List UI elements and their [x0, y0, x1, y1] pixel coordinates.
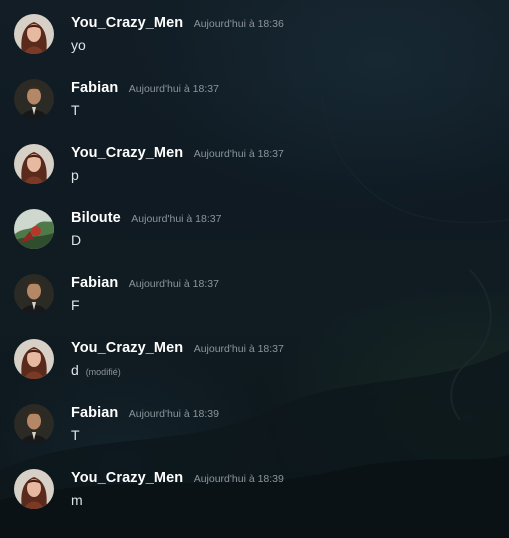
woman-portrait-avatar[interactable] [14, 14, 54, 54]
message-author[interactable]: Fabian [71, 275, 118, 291]
man-portrait-avatar[interactable] [14, 274, 54, 314]
message-text: D [71, 232, 82, 248]
message-text: F [71, 297, 80, 313]
chat-message: You_Crazy_Men Aujourd'hui à 18:37 p [0, 130, 509, 190]
message-timestamp: Aujourd'hui à 18:37 [193, 148, 284, 160]
message-timestamp: Aujourd'hui à 18:37 [131, 213, 222, 225]
woman-portrait-avatar[interactable] [14, 469, 54, 509]
chat-message: You_Crazy_Men Aujourd'hui à 18:36 yo [0, 0, 509, 60]
message-author[interactable]: Fabian [71, 80, 118, 96]
chat-message: You_Crazy_Men Aujourd'hui à 18:37 d (mod… [0, 325, 509, 385]
message-timestamp: Aujourd'hui à 18:39 [128, 408, 219, 420]
message-author[interactable]: Biloute [71, 210, 121, 226]
message-text: d [71, 362, 79, 378]
chat-message: Fabian Aujourd'hui à 18:37 F [0, 260, 509, 320]
message-text: m [71, 492, 83, 508]
message-text: T [71, 427, 80, 443]
man-portrait-avatar[interactable] [14, 404, 54, 444]
message-text: p [71, 167, 79, 183]
message-text: T [71, 102, 80, 118]
message-text: yo [71, 37, 86, 53]
message-timestamp: Aujourd'hui à 18:39 [193, 473, 284, 485]
message-timestamp: Aujourd'hui à 18:36 [193, 18, 284, 30]
message-timestamp: Aujourd'hui à 18:37 [193, 343, 284, 355]
message-author[interactable]: You_Crazy_Men [71, 470, 183, 486]
message-timestamp: Aujourd'hui à 18:37 [128, 278, 219, 290]
message-author[interactable]: You_Crazy_Men [71, 15, 183, 31]
man-portrait-avatar[interactable] [14, 79, 54, 119]
chat-message: You_Crazy_Men Aujourd'hui à 18:39 m [0, 455, 509, 515]
landscape-avatar[interactable] [14, 209, 54, 249]
chat-message: Fabian Aujourd'hui à 18:37 T [0, 65, 509, 125]
chat-message: Biloute Aujourd'hui à 18:37 D [0, 195, 509, 255]
message-author[interactable]: You_Crazy_Men [71, 340, 183, 356]
message-timestamp: Aujourd'hui à 18:37 [128, 83, 219, 95]
message-author[interactable]: Fabian [71, 405, 118, 421]
woman-portrait-avatar[interactable] [14, 339, 54, 379]
edited-indicator: (modifié) [85, 367, 121, 377]
woman-portrait-avatar[interactable] [14, 144, 54, 184]
chat-message: Fabian Aujourd'hui à 18:39 T [0, 390, 509, 450]
chat-message-list[interactable]: You_Crazy_Men Aujourd'hui à 18:36 yo Fab… [0, 0, 509, 538]
message-author[interactable]: You_Crazy_Men [71, 145, 183, 161]
